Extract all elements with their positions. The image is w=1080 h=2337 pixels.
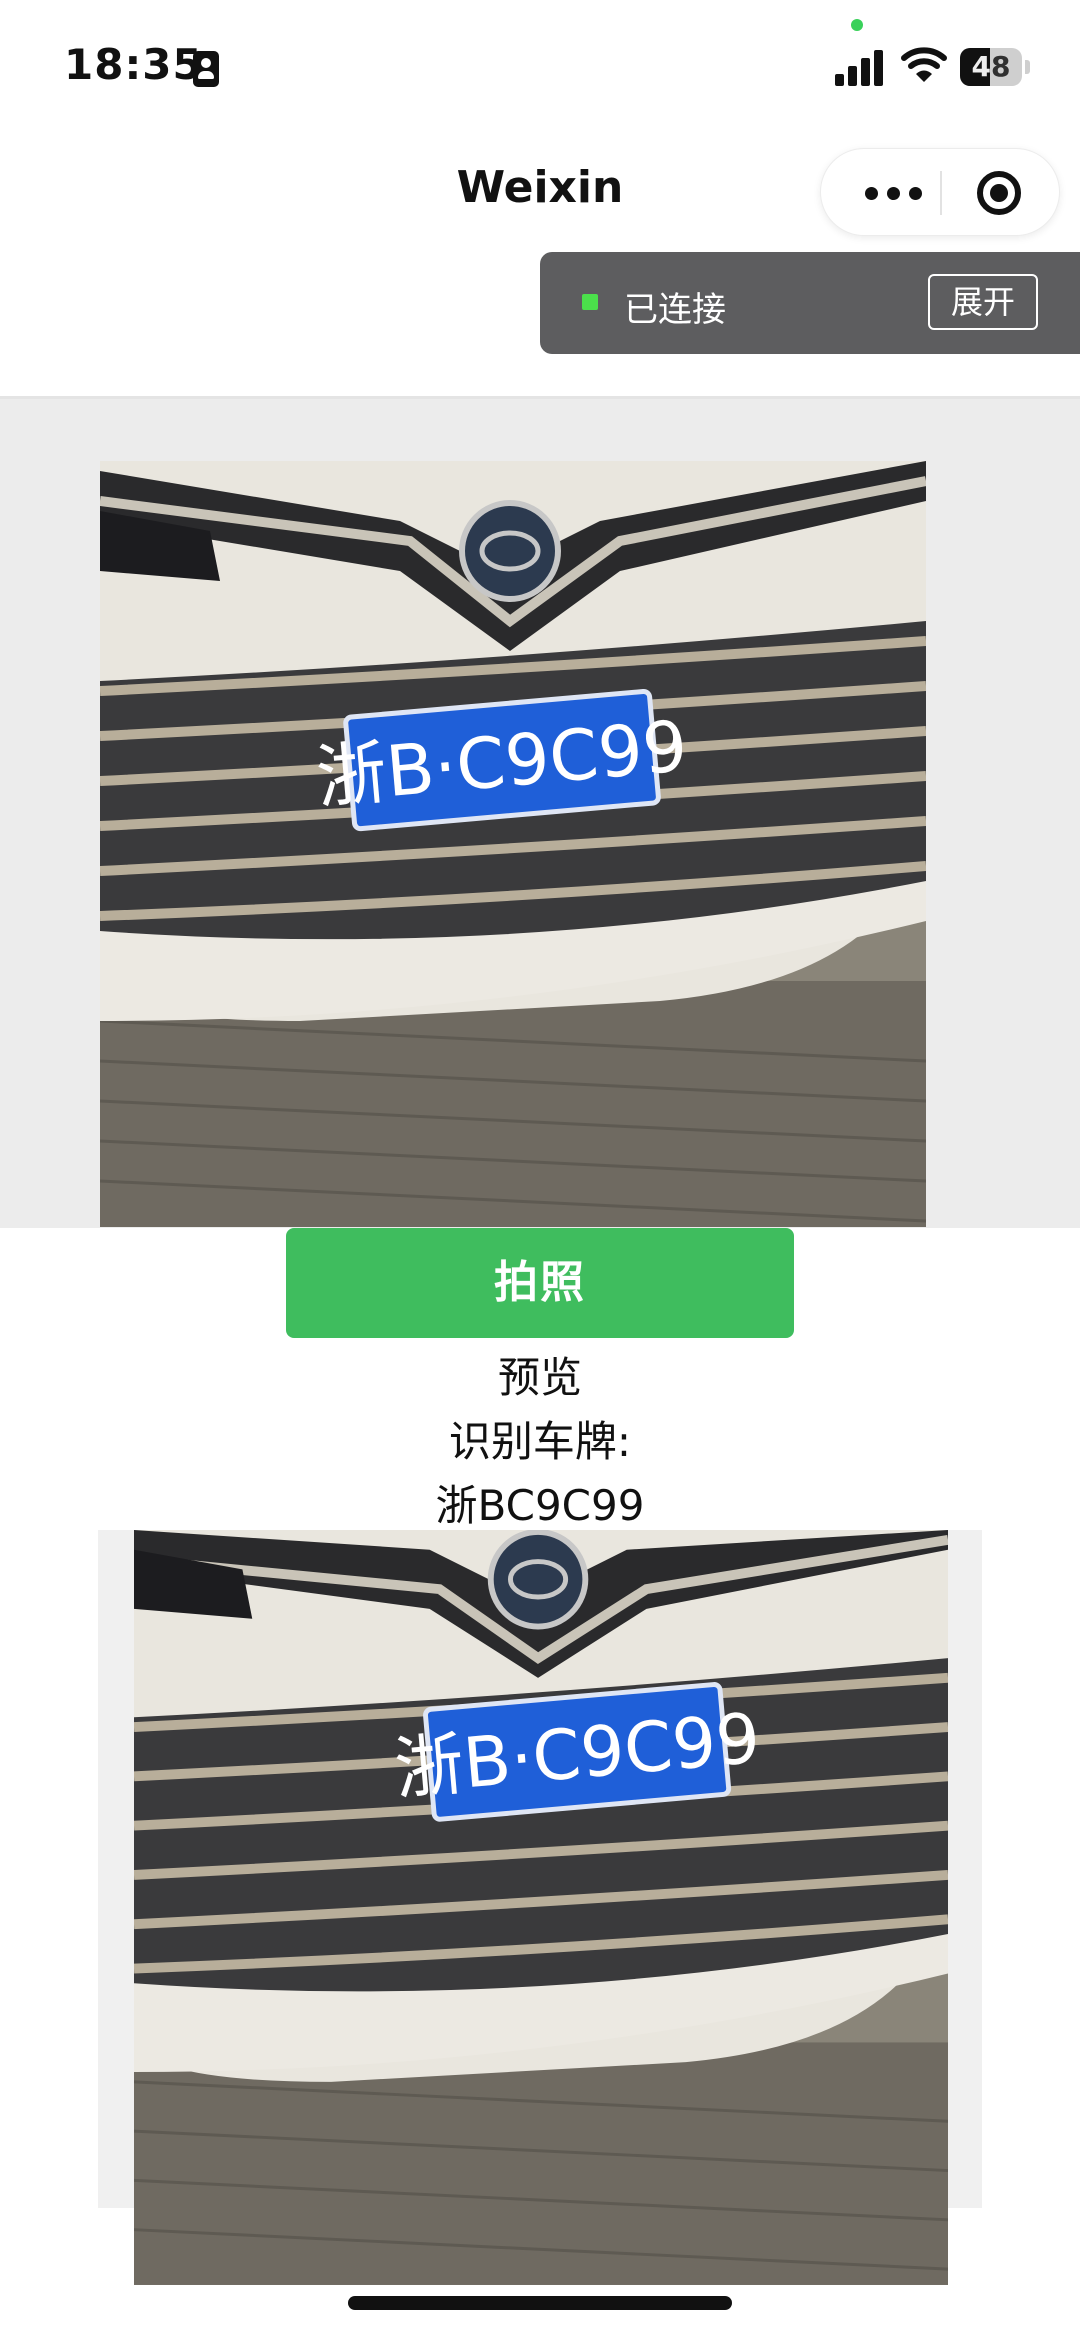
person-id-icon xyxy=(193,51,219,87)
captured-photo: 浙B·C9C99 xyxy=(100,461,926,1227)
privacy-indicator-icon xyxy=(851,19,863,31)
battery-percent: 48 xyxy=(971,50,1011,83)
wifi-icon xyxy=(901,47,947,82)
preview-car-image: 浙B·C9C99 xyxy=(134,1530,948,2285)
target-circle-icon[interactable] xyxy=(977,171,1021,215)
miniprogram-capsule xyxy=(820,148,1060,236)
preview-label: 预览 xyxy=(497,1353,582,1402)
car-front-image: 浙B·C9C99 xyxy=(100,461,926,1227)
home-indicator[interactable] xyxy=(348,2296,732,2310)
connection-status-text: 已连接 xyxy=(624,290,726,330)
signal-icon xyxy=(835,48,885,86)
capsule-divider xyxy=(940,171,942,215)
plate-result: 浙BC9C99 xyxy=(435,1481,645,1530)
recognize-label: 识别车牌: xyxy=(448,1417,632,1466)
preview-photo: 浙B·C9C99 xyxy=(98,1530,982,2285)
connected-dot-icon xyxy=(582,294,598,310)
status-time: 18:35 xyxy=(64,40,203,89)
connection-status-bar: 已连接 展开 xyxy=(540,252,1080,354)
battery-nub xyxy=(1025,60,1030,74)
take-photo-button[interactable]: 拍照 xyxy=(286,1228,794,1338)
camera-view: 浙B·C9C99 xyxy=(0,396,1080,1228)
battery-icon: 48 xyxy=(960,48,1022,86)
more-dots-icon[interactable] xyxy=(851,149,937,237)
expand-button[interactable]: 展开 xyxy=(928,274,1038,330)
status-bar: 18:35 48 xyxy=(0,0,1080,120)
